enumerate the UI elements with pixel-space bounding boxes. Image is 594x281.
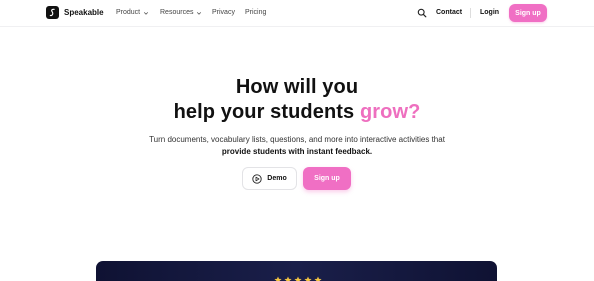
- search-icon[interactable]: [417, 8, 427, 18]
- signup-button-hero[interactable]: Sign up: [303, 167, 351, 190]
- hero-subtitle-line1: Turn documents, vocabulary lists, questi…: [149, 135, 445, 144]
- top-navigation: Speakable Product Resources Privacy Pric…: [0, 0, 594, 27]
- nav-product-label: Product: [116, 9, 141, 16]
- star-icon: [294, 276, 302, 281]
- hero-title-prefix: help your students: [173, 101, 360, 123]
- nav-pricing[interactable]: Pricing: [245, 9, 266, 16]
- star-icon: [284, 276, 292, 281]
- nav-resources-label: Resources: [160, 9, 194, 16]
- hero-title-line2: help your students grow?: [0, 101, 594, 124]
- speakable-logo-icon: [46, 6, 59, 19]
- chevron-down-icon: [144, 11, 149, 15]
- hero-subtitle-line2: provide students with instant feedback.: [221, 147, 373, 156]
- contact-link[interactable]: Contact: [436, 9, 462, 16]
- login-link[interactable]: Login: [480, 9, 499, 16]
- star-icon: [304, 276, 312, 281]
- star-icon: [274, 276, 282, 281]
- nav-privacy-label: Privacy: [212, 9, 235, 16]
- demo-button[interactable]: Demo: [242, 167, 297, 190]
- brand-name: Speakable: [64, 8, 104, 17]
- nav-pricing-label: Pricing: [245, 9, 267, 16]
- brand-logo[interactable]: Speakable: [46, 6, 104, 19]
- hero-title-accent: grow?: [359, 101, 421, 123]
- hero-title-line1: How will you: [235, 76, 359, 98]
- nav-resources[interactable]: Resources: [160, 9, 202, 16]
- play-circle-icon: [252, 173, 262, 184]
- signup-button-nav[interactable]: Sign up: [509, 4, 547, 22]
- demo-button-label: Demo: [267, 175, 287, 182]
- nav-product[interactable]: Product: [116, 9, 149, 16]
- nav-divider: [470, 8, 471, 18]
- chevron-down-icon: [197, 11, 202, 15]
- rating-stars: [274, 276, 322, 281]
- nav-privacy[interactable]: Privacy: [212, 9, 235, 16]
- star-icon: [314, 276, 322, 281]
